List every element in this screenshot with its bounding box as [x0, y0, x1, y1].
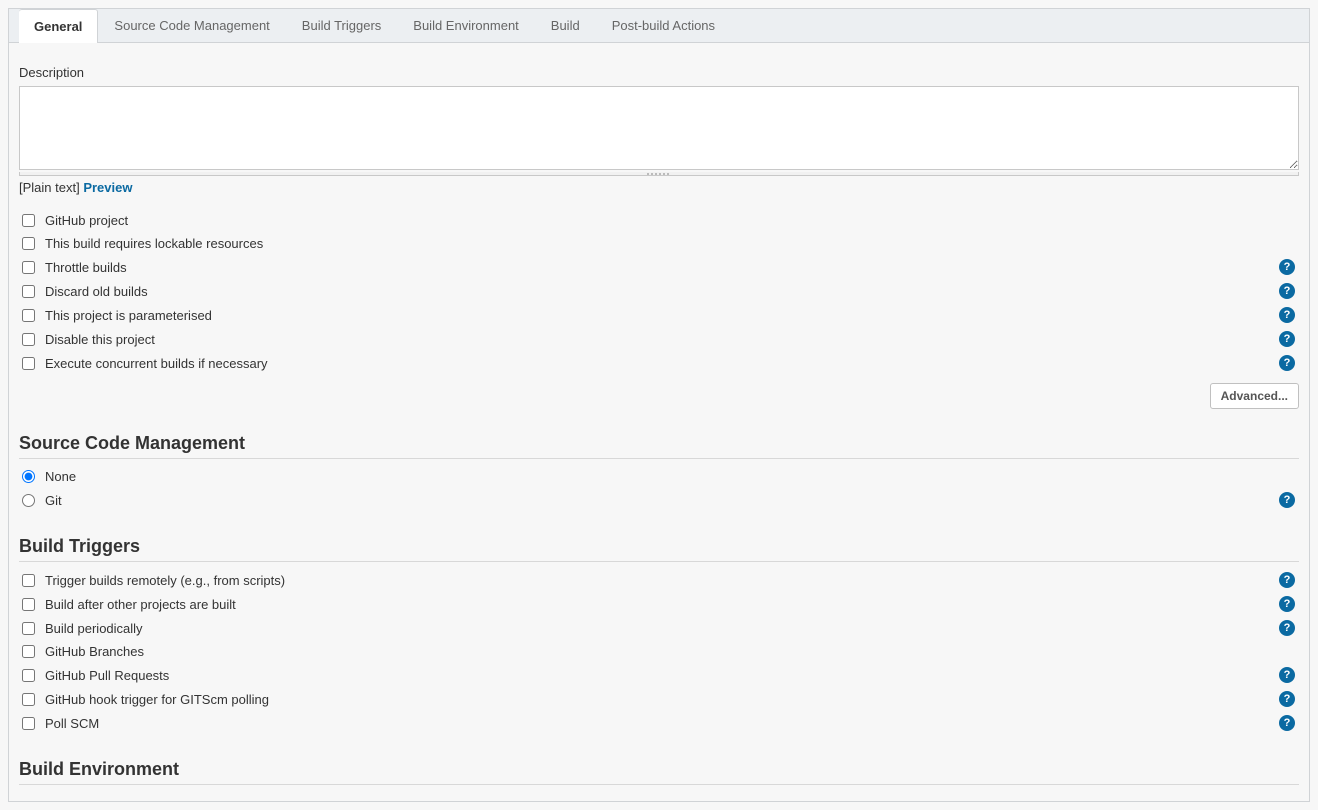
tab-build[interactable]: Build [535, 9, 596, 42]
checkbox-trigger-after-other[interactable] [22, 598, 35, 611]
trigger-github-branches: GitHub Branches [19, 640, 1299, 663]
help-icon[interactable]: ? [1279, 307, 1295, 323]
checkbox-lockable-resources[interactable] [22, 237, 35, 250]
config-body: Description [Plain text] Preview GitHub … [9, 43, 1309, 801]
label-disable-project: Disable this project [45, 332, 1279, 347]
checkbox-parameterised[interactable] [22, 309, 35, 322]
tab-general[interactable]: General [19, 9, 98, 43]
help-icon[interactable]: ? [1279, 331, 1295, 347]
label-concurrent-builds: Execute concurrent builds if necessary [45, 356, 1279, 371]
build-triggers-heading: Build Triggers [19, 536, 1299, 562]
advanced-button[interactable]: Advanced... [1210, 383, 1299, 409]
tab-post-build-actions[interactable]: Post-build Actions [596, 9, 731, 42]
option-parameterised: This project is parameterised ? [19, 303, 1299, 327]
plain-text-label: [Plain text] [19, 180, 80, 195]
label-scm-git: Git [45, 493, 1279, 508]
help-icon[interactable]: ? [1279, 572, 1295, 588]
trigger-github-prs: GitHub Pull Requests ? [19, 663, 1299, 687]
checkbox-github-project[interactable] [22, 214, 35, 227]
trigger-github-hook: GitHub hook trigger for GITScm polling ? [19, 687, 1299, 711]
tab-bar: General Source Code Management Build Tri… [9, 9, 1309, 43]
label-trigger-github-prs: GitHub Pull Requests [45, 668, 1279, 683]
label-trigger-github-hook: GitHub hook trigger for GITScm polling [45, 692, 1279, 707]
checkbox-disable-project[interactable] [22, 333, 35, 346]
option-github-project: GitHub project [19, 209, 1299, 232]
trigger-remote: Trigger builds remotely (e.g., from scri… [19, 568, 1299, 592]
label-trigger-github-branches: GitHub Branches [45, 644, 1299, 659]
checkbox-trigger-github-prs[interactable] [22, 669, 35, 682]
scm-option-none: None [19, 465, 1299, 488]
label-trigger-poll-scm: Poll SCM [45, 716, 1279, 731]
label-parameterised: This project is parameterised [45, 308, 1279, 323]
trigger-after-other: Build after other projects are built ? [19, 592, 1299, 616]
checkbox-trigger-github-branches[interactable] [22, 645, 35, 658]
build-environment-heading: Build Environment [19, 759, 1299, 785]
option-throttle-builds: Throttle builds ? [19, 255, 1299, 279]
checkbox-throttle-builds[interactable] [22, 261, 35, 274]
radio-scm-none[interactable] [22, 470, 35, 483]
tab-source-code-management[interactable]: Source Code Management [98, 9, 285, 42]
option-discard-old-builds: Discard old builds ? [19, 279, 1299, 303]
checkbox-trigger-github-hook[interactable] [22, 693, 35, 706]
scm-option-git: Git ? [19, 488, 1299, 512]
label-github-project: GitHub project [45, 213, 1299, 228]
label-scm-none: None [45, 469, 1299, 484]
help-icon[interactable]: ? [1279, 259, 1295, 275]
help-icon[interactable]: ? [1279, 667, 1295, 683]
description-textarea[interactable] [19, 86, 1299, 170]
help-icon[interactable]: ? [1279, 596, 1295, 612]
label-lockable-resources: This build requires lockable resources [45, 236, 1299, 251]
option-lockable-resources: This build requires lockable resources [19, 232, 1299, 255]
help-icon[interactable]: ? [1279, 492, 1295, 508]
help-icon[interactable]: ? [1279, 283, 1295, 299]
help-icon[interactable]: ? [1279, 715, 1295, 731]
option-concurrent-builds: Execute concurrent builds if necessary ? [19, 351, 1299, 375]
radio-scm-git[interactable] [22, 494, 35, 507]
label-discard-old-builds: Discard old builds [45, 284, 1279, 299]
checkbox-trigger-poll-scm[interactable] [22, 717, 35, 730]
option-disable-project: Disable this project ? [19, 327, 1299, 351]
help-icon[interactable]: ? [1279, 355, 1295, 371]
description-label: Description [19, 65, 1299, 80]
advanced-row: Advanced... [19, 383, 1299, 409]
checkbox-discard-old-builds[interactable] [22, 285, 35, 298]
scm-heading: Source Code Management [19, 433, 1299, 459]
label-trigger-remote: Trigger builds remotely (e.g., from scri… [45, 573, 1279, 588]
config-page: General Source Code Management Build Tri… [8, 8, 1310, 802]
checkbox-concurrent-builds[interactable] [22, 357, 35, 370]
scm-options: None Git ? [19, 465, 1299, 512]
trigger-options: Trigger builds remotely (e.g., from scri… [19, 568, 1299, 735]
tab-build-triggers[interactable]: Build Triggers [286, 9, 397, 42]
general-options: GitHub project This build requires locka… [19, 209, 1299, 375]
help-icon[interactable]: ? [1279, 620, 1295, 636]
label-trigger-periodic: Build periodically [45, 621, 1279, 636]
checkbox-trigger-periodic[interactable] [22, 622, 35, 635]
preview-link[interactable]: Preview [83, 180, 132, 195]
help-icon[interactable]: ? [1279, 691, 1295, 707]
label-trigger-after-other: Build after other projects are built [45, 597, 1279, 612]
trigger-poll-scm: Poll SCM ? [19, 711, 1299, 735]
textarea-resize-grip[interactable] [19, 172, 1299, 176]
checkbox-trigger-remote[interactable] [22, 574, 35, 587]
description-format-row: [Plain text] Preview [19, 180, 1299, 195]
label-throttle-builds: Throttle builds [45, 260, 1279, 275]
trigger-periodic: Build periodically ? [19, 616, 1299, 640]
tab-build-environment[interactable]: Build Environment [397, 9, 535, 42]
